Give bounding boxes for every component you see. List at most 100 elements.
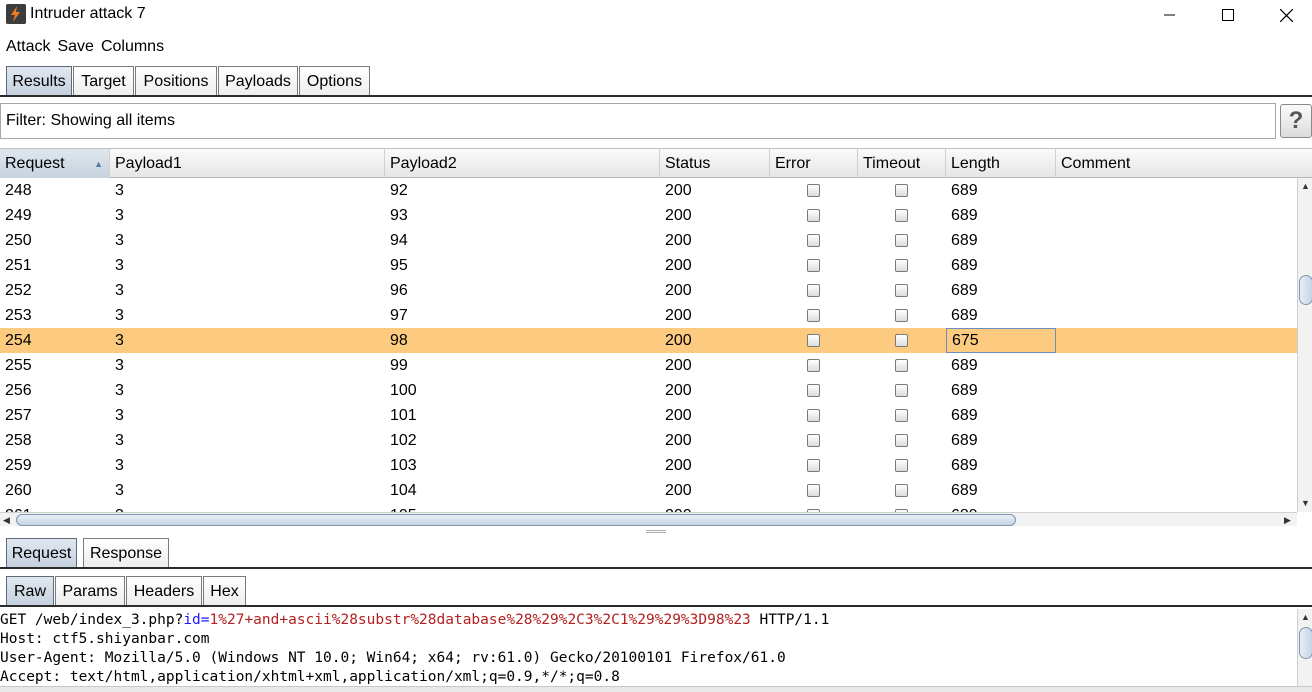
table-hscroll-thumb[interactable]	[16, 514, 1016, 526]
table-row[interactable]: 258 3 102 200 689	[0, 428, 1297, 453]
close-button[interactable]	[1257, 0, 1312, 30]
burp-logo-icon	[6, 4, 26, 24]
editor-scroll-up-icon[interactable]: ▲	[1301, 612, 1310, 622]
minimize-icon	[1164, 14, 1175, 16]
cell-payload2: 95	[390, 256, 408, 274]
maximize-button[interactable]	[1199, 0, 1257, 30]
timeout-checkbox	[895, 409, 908, 422]
column-status[interactable]: Status	[660, 149, 770, 178]
cell-length: 689	[951, 281, 978, 299]
error-checkbox	[807, 484, 820, 497]
main-tab-bar: Results Target Positions Payloads Option…	[0, 63, 1312, 97]
detail-tab-bar: Request Response	[0, 535, 1312, 569]
column-request[interactable]: Request ▲	[0, 149, 110, 178]
tab-raw[interactable]: Raw	[6, 576, 54, 607]
cell-request: 253	[5, 306, 32, 324]
cell-length: 689	[951, 306, 978, 324]
cell-payload1: 3	[115, 406, 124, 424]
error-checkbox	[807, 459, 820, 472]
cell-payload1: 3	[115, 481, 124, 499]
table-horizontal-scrollbar[interactable]: ◀ ▶	[0, 512, 1297, 526]
error-checkbox	[807, 409, 820, 422]
column-payload1[interactable]: Payload1	[110, 149, 385, 178]
tab-response[interactable]: Response	[83, 538, 169, 569]
timeout-checkbox	[895, 209, 908, 222]
menu-columns[interactable]: Columns	[101, 36, 164, 58]
host-header-line: Host: ctf5.shiyanbar.com	[0, 631, 210, 647]
cell-payload2: 104	[390, 481, 417, 499]
cell-payload1: 3	[115, 381, 124, 399]
help-button[interactable]: ?	[1280, 104, 1312, 138]
filter-text: Filter: Showing all items	[6, 112, 175, 129]
table-vertical-scrollbar[interactable]: ▲ ▼	[1297, 178, 1312, 512]
cell-payload2: 100	[390, 381, 417, 399]
tab-positions[interactable]: Positions	[135, 66, 217, 97]
cell-length: 689	[946, 503, 1056, 513]
column-length[interactable]: Length	[946, 149, 1056, 178]
table-row[interactable]: 259 3 103 200 689	[0, 453, 1297, 478]
table-row[interactable]: 255 3 99 200 689	[0, 353, 1297, 378]
editor-vertical-scrollbar[interactable]: ▲	[1297, 609, 1312, 686]
column-error[interactable]: Error	[770, 149, 858, 178]
table-row[interactable]: 256 3 100 200 689	[0, 378, 1297, 403]
table-row[interactable]: 2613105200 689	[0, 503, 1297, 512]
tab-params[interactable]: Params	[55, 576, 125, 607]
cell-status: 200	[665, 306, 692, 324]
raw-request-editor[interactable]: GET /web/index_3.php?id=1%27+and+ascii%2…	[0, 609, 1297, 692]
scroll-right-icon[interactable]: ▶	[1284, 515, 1291, 525]
cell-request: 252	[5, 281, 32, 299]
cell-status: 200	[665, 431, 692, 449]
error-checkbox	[807, 184, 820, 197]
filter-bar[interactable]: Filter: Showing all items	[0, 103, 1276, 139]
tab-payloads[interactable]: Payloads	[218, 66, 298, 97]
table-row[interactable]: 254 3 98 200 675	[0, 328, 1297, 353]
cell-status: 200	[660, 503, 770, 513]
scroll-left-icon[interactable]: ◀	[3, 515, 10, 525]
cell-length: 689	[951, 256, 978, 274]
table-row[interactable]: 250 3 94 200 689	[0, 228, 1297, 253]
tab-headers[interactable]: Headers	[126, 576, 202, 607]
editor-scroll-thumb[interactable]	[1299, 627, 1312, 659]
error-checkbox	[807, 234, 820, 247]
scroll-down-icon[interactable]: ▼	[1301, 498, 1310, 508]
error-checkbox	[807, 359, 820, 372]
cell-status: 200	[665, 206, 692, 224]
timeout-checkbox	[895, 184, 908, 197]
request-line: GET /web/index_3.php?id=1%27+and+ascii%2…	[0, 612, 830, 628]
scroll-up-icon[interactable]: ▲	[1301, 181, 1310, 191]
table-row[interactable]: 252 3 96 200 689	[0, 278, 1297, 303]
error-checkbox	[807, 259, 820, 272]
menu-attack[interactable]: Attack	[6, 36, 50, 58]
tab-results[interactable]: Results	[6, 66, 72, 97]
minimize-button[interactable]	[1141, 0, 1199, 30]
cell-request: 256	[5, 381, 32, 399]
column-comment[interactable]: Comment	[1056, 149, 1312, 178]
cell-status: 200	[665, 256, 692, 274]
table-row[interactable]: 260 3 104 200 689	[0, 478, 1297, 503]
table-row[interactable]: 249 3 93 200 689	[0, 203, 1297, 228]
cell-length: 689	[951, 406, 978, 424]
cell-status: 200	[665, 181, 692, 199]
menu-save[interactable]: Save	[57, 36, 93, 58]
tab-target[interactable]: Target	[73, 66, 134, 97]
cell-length: 689	[951, 356, 978, 374]
timeout-checkbox	[895, 359, 908, 372]
table-row[interactable]: 257 3 101 200 689	[0, 403, 1297, 428]
tab-options[interactable]: Options	[299, 66, 370, 97]
table-row[interactable]: 251 3 95 200 689	[0, 253, 1297, 278]
cell-length: 689	[951, 481, 978, 499]
tab-request[interactable]: Request	[6, 538, 77, 569]
table-scroll-thumb[interactable]	[1299, 275, 1312, 305]
sort-ascending-icon: ▲	[94, 159, 103, 169]
tab-hex[interactable]: Hex	[203, 576, 246, 607]
table-row[interactable]: 248 3 92 200 689	[0, 178, 1297, 203]
cell-length: 689	[951, 181, 978, 199]
cell-length: 675	[946, 328, 1056, 353]
cell-payload1: 3	[115, 206, 124, 224]
table-row[interactable]: 253 3 97 200 689	[0, 303, 1297, 328]
column-payload2[interactable]: Payload2	[385, 149, 660, 178]
cell-length: 689	[951, 456, 978, 474]
column-timeout[interactable]: Timeout	[858, 149, 946, 178]
cell-request: 248	[5, 181, 32, 199]
menu-bar: Attack Save Columns	[0, 33, 1312, 61]
